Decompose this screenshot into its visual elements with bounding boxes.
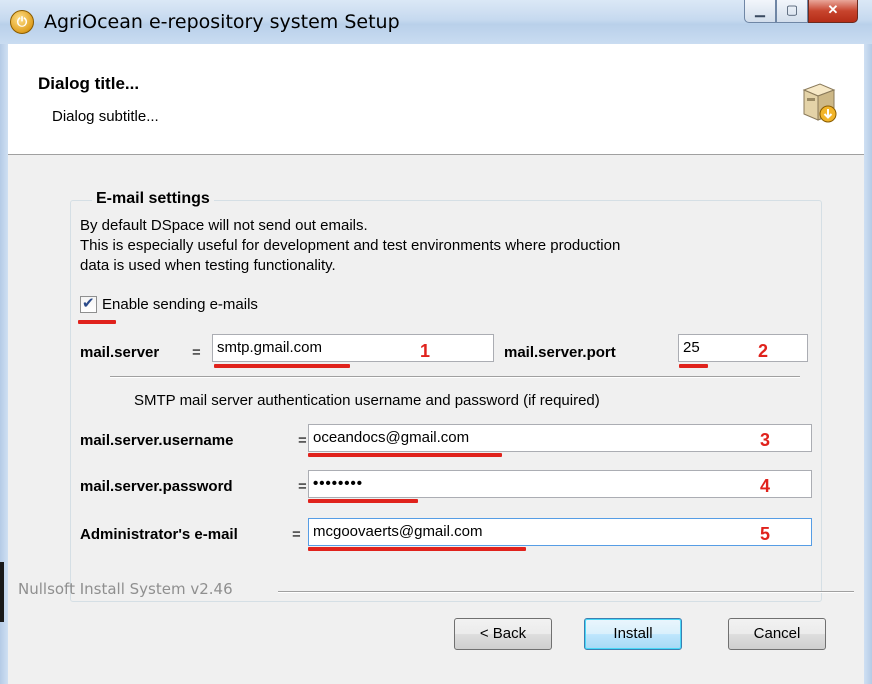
minimize-button[interactable]: ▁ <box>744 0 776 23</box>
group-separator <box>110 376 800 378</box>
install-button[interactable]: Install <box>584 618 682 650</box>
cancel-button[interactable]: Cancel <box>728 618 826 650</box>
mail-server-input[interactable]: smtp.gmail.com <box>212 334 494 362</box>
equals-sign: = <box>298 478 307 495</box>
back-button[interactable]: < Back <box>454 618 552 650</box>
admin-email-label: Administrator's e-mail <box>80 526 238 543</box>
description-line: data is used when testing functionality. <box>80 257 336 274</box>
equals-sign: = <box>292 526 301 543</box>
admin-email-input[interactable]: mcgoovaerts@gmail.com <box>308 518 812 546</box>
setup-window: ⏻ AgriOcean e-repository system Setup ▁ … <box>0 0 872 684</box>
annotation-underline <box>308 453 502 457</box>
mail-server-label: mail.server <box>80 344 160 361</box>
email-description: By default DSpace will not send out emai… <box>80 216 620 276</box>
annotation-marker-3: 3 <box>760 430 771 450</box>
description-line: This is especially useful for developmen… <box>80 237 621 254</box>
app-icon: ⏻ <box>10 10 34 34</box>
window-controls: ▁ ▢ ✕ <box>744 0 858 24</box>
smtp-auth-note: SMTP mail server authentication username… <box>134 392 600 409</box>
dialog-title: Dialog title... <box>38 74 140 93</box>
mail-username-input[interactable]: oceandocs@gmail.com <box>308 424 812 452</box>
annotation-marker-2: 2 <box>758 341 769 361</box>
annotation-underline <box>308 547 526 551</box>
annotation-marker-5: 5 <box>760 524 771 544</box>
mail-password-input[interactable]: •••••••• <box>308 470 812 498</box>
mail-username-label: mail.server.username <box>80 432 234 449</box>
equals-sign: = <box>192 344 201 361</box>
nsis-branding: Nullsoft Install System v2.46 <box>18 580 233 598</box>
window-edge-shadow <box>0 562 4 622</box>
annotation-marker-4: 4 <box>760 476 771 496</box>
dialog-client: Dialog title... Dialog subtitle... E-mai… <box>8 44 864 684</box>
window-title: AgriOcean e-repository system Setup <box>44 11 400 33</box>
maximize-button[interactable]: ▢ <box>776 0 808 23</box>
annotation-marker-1: 1 <box>420 341 431 361</box>
equals-sign: = <box>298 432 307 449</box>
footer-separator <box>278 591 854 593</box>
annotation-underline <box>679 364 708 368</box>
enable-emails-label[interactable]: Enable sending e-mails <box>102 296 258 313</box>
annotation-underline <box>308 499 418 503</box>
mail-password-label: mail.server.password <box>80 478 233 495</box>
window-frame-right <box>864 44 872 684</box>
enable-emails-checkbox[interactable] <box>80 294 97 313</box>
mail-server-port-input[interactable]: 25 <box>678 334 808 362</box>
close-button[interactable]: ✕ <box>808 0 858 23</box>
email-settings-legend: E-mail settings <box>92 190 214 208</box>
mail-server-port-label: mail.server.port <box>504 344 616 361</box>
dialog-header: Dialog title... Dialog subtitle... <box>8 44 864 155</box>
annotation-underline <box>78 320 116 324</box>
annotation-underline <box>214 364 350 368</box>
title-bar[interactable]: ⏻ AgriOcean e-repository system Setup ▁ … <box>0 0 872 44</box>
description-line: By default DSpace will not send out emai… <box>80 217 368 234</box>
dialog-subtitle: Dialog subtitle... <box>52 108 159 125</box>
installer-box-icon <box>802 83 837 123</box>
enable-emails-row[interactable]: Enable sending e-mails <box>80 294 258 313</box>
